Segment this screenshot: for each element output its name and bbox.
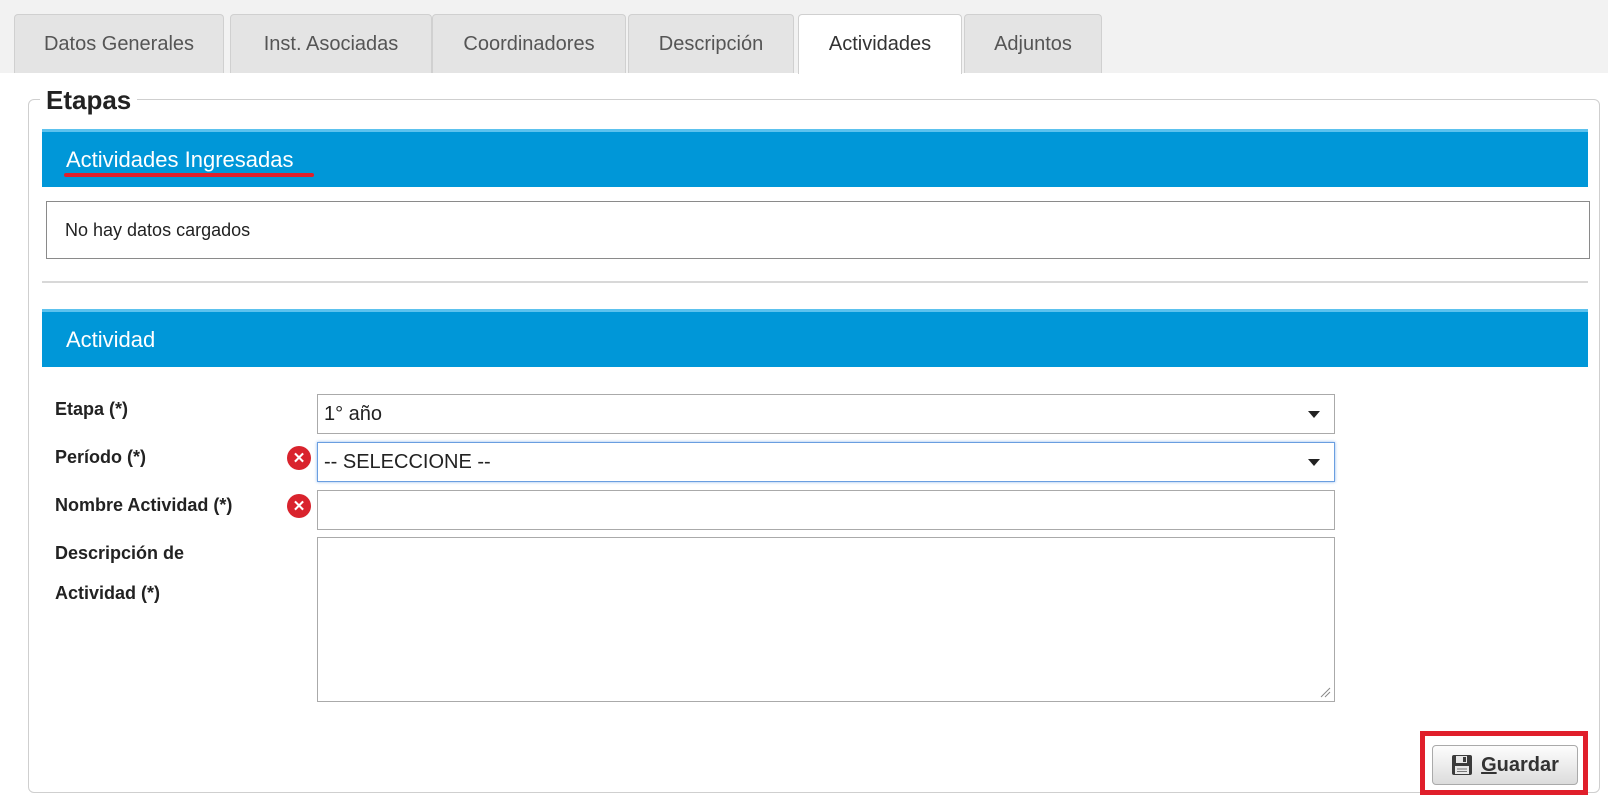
chevron-down-icon	[1308, 411, 1320, 418]
ingresadas-empty-box: No hay datos cargados	[46, 201, 1590, 259]
guardar-label: Guardar	[1481, 753, 1559, 776]
error-icon: ✕	[287, 494, 311, 518]
ingresadas-title: Actividades Ingresadas	[66, 146, 294, 172]
nombre-actividad-input[interactable]	[317, 490, 1335, 530]
tab-descripcion[interactable]: Descripción	[628, 14, 794, 73]
tab-bar: Datos Generales Inst. Asociadas Coordina…	[0, 0, 1608, 74]
etapas-legend: Etapas	[40, 85, 138, 116]
tab-adjuntos[interactable]: Adjuntos	[964, 14, 1102, 73]
etapa-value: 1° año	[324, 402, 383, 425]
actividad-title: Actividad	[66, 326, 156, 352]
etapa-label: Etapa (*)	[55, 399, 129, 419]
actividad-header: Actividad	[42, 309, 1588, 367]
ingresadas-header: Actividades Ingresadas	[42, 129, 1588, 187]
error-icon: ✕	[287, 446, 311, 470]
descripcion-textarea[interactable]	[317, 537, 1335, 702]
empty-message: No hay datos cargados	[65, 219, 251, 240]
descripcion-label-line2: Actividad (*)	[55, 583, 161, 603]
periodo-select[interactable]: -- SELECCIONE --	[317, 442, 1335, 482]
tab-actividades[interactable]: Actividades	[798, 14, 962, 74]
resize-handle-icon[interactable]	[1319, 686, 1331, 698]
descripcion-label-line1: Descripción de	[55, 543, 185, 563]
divider	[42, 281, 1588, 283]
nombre-label: Nombre Actividad (*)	[55, 495, 233, 515]
guardar-button[interactable]: Guardar	[1432, 745, 1578, 785]
tab-inst-asociadas[interactable]: Inst. Asociadas	[230, 14, 432, 73]
chevron-down-icon	[1308, 459, 1320, 466]
periodo-value: -- SELECCIONE --	[324, 450, 491, 473]
periodo-label: Período (*)	[55, 447, 147, 467]
tab-datos-generales[interactable]: Datos Generales	[14, 14, 224, 73]
annotation-underline	[64, 173, 314, 177]
etapa-select[interactable]: 1° año	[317, 394, 1335, 434]
floppy-disk-icon	[1452, 755, 1473, 775]
tab-coordinadores[interactable]: Coordinadores	[432, 14, 626, 73]
